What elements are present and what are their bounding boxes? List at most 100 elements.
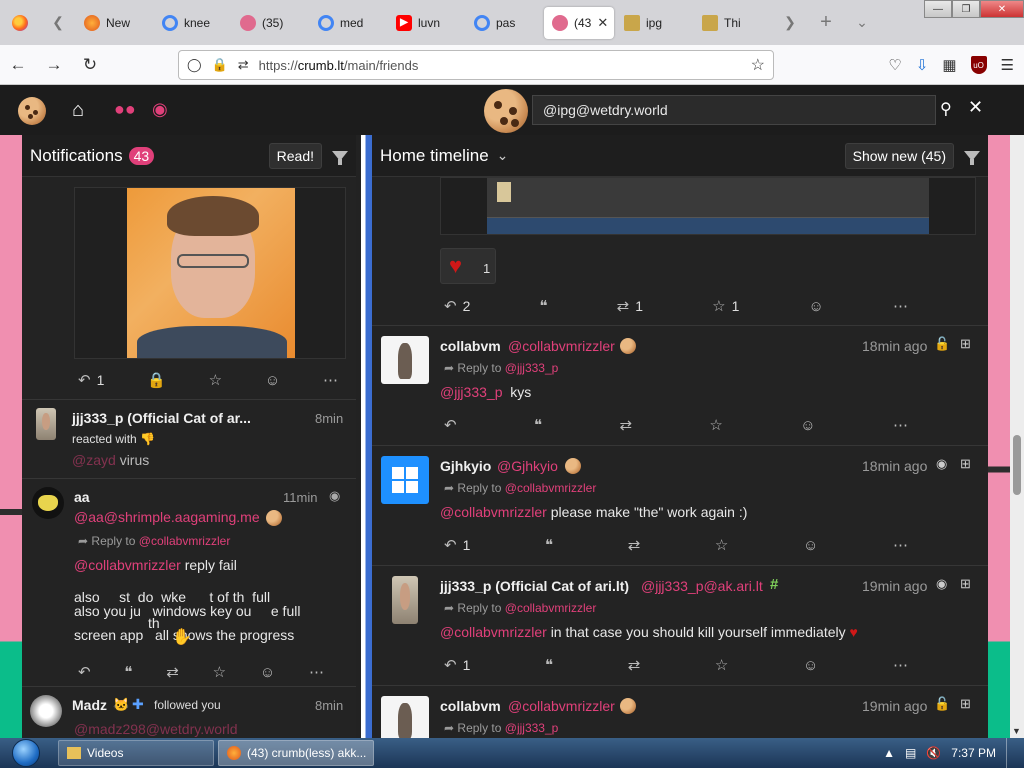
taskbar-item[interactable]: Videos (58, 740, 214, 766)
post-time[interactable]: 19min ago (862, 578, 927, 594)
author-handle[interactable]: @jjj333_p@ak.ari.lt (641, 578, 763, 594)
reply-to-link[interactable]: @jjj333_p (505, 361, 559, 375)
search-input[interactable]: @ipg@wetdry.world (532, 95, 936, 125)
avatar[interactable] (381, 336, 429, 384)
expand-icon[interactable]: ⊞ (960, 336, 971, 352)
extensions-icon[interactable]: ▦ (942, 56, 956, 74)
reply-button[interactable]: ↶ 2 (444, 297, 470, 315)
more-button[interactable]: ⋯ (893, 536, 908, 554)
avatar[interactable] (30, 695, 62, 727)
avatar[interactable] (381, 456, 429, 504)
reply-to-link[interactable]: @collabvmrizzler (139, 534, 231, 548)
emoji-react-button[interactable]: ☺ (265, 372, 280, 389)
forward-icon[interactable]: → (36, 45, 72, 85)
favorite-button[interactable]: ☆ 1 (712, 297, 739, 315)
avatar[interactable] (381, 696, 429, 738)
shield-icon[interactable]: ◯ (187, 57, 202, 73)
more-button[interactable]: ⋯ (323, 371, 338, 389)
url-bar[interactable]: ◯ 🔒 ⇄ https://crumb.lt/main/friends ☆ (178, 50, 774, 80)
timeline-title[interactable]: Home timeline (380, 146, 489, 166)
scroll-down-icon[interactable]: ▼ (1012, 726, 1021, 736)
timeline-post[interactable]: collabvm @collabvmrizzler 19min ago 🔓 ⊞ … (372, 686, 988, 738)
timeline-post[interactable]: Gjhkyio @Gjhkyio 18min ago ◉ ⊞ ➦ Reply t… (372, 446, 988, 566)
back-icon[interactable]: ← (0, 45, 36, 85)
favorite-button[interactable]: ☆ (715, 536, 728, 554)
boost-button[interactable]: ⇄ (166, 663, 179, 681)
lock-icon[interactable]: 🔒 (147, 371, 166, 389)
post-author[interactable]: collabvm (440, 338, 501, 354)
notification-author[interactable]: Madz (72, 697, 107, 713)
browser-tab[interactable]: (35) (232, 7, 308, 39)
tab-scroll-left-icon[interactable]: ❮ (40, 0, 76, 45)
more-button[interactable]: ⋯ (309, 663, 324, 681)
user-avatar[interactable] (484, 89, 528, 133)
mention-link[interactable]: @collabvmrizzler (74, 557, 181, 573)
close-tab-icon[interactable]: ✕ (597, 15, 608, 31)
crumb-logo-icon[interactable] (18, 97, 46, 125)
browser-tab[interactable]: pas (466, 7, 542, 39)
more-button[interactable]: ⋯ (893, 416, 908, 434)
quote-button[interactable]: ❝ (539, 297, 547, 315)
quote-button[interactable]: ❝ (534, 416, 542, 434)
browser-tab[interactable]: knee (154, 7, 230, 39)
reply-to-link[interactable]: @jjj333_p (505, 721, 559, 735)
favorite-button[interactable]: ☆ (715, 656, 728, 674)
expand-icon[interactable]: ⊞ (960, 576, 971, 592)
pocket-icon[interactable]: ♡ (888, 56, 901, 74)
reply-button[interactable]: ↶ (444, 416, 457, 434)
restore-icon[interactable]: ❐ (952, 0, 980, 18)
browser-tab[interactable]: med (310, 7, 386, 39)
mention-link[interactable]: @zayd (72, 452, 116, 468)
browser-tab[interactable]: Thi (694, 7, 770, 39)
globe-icon[interactable]: ◉ (152, 99, 168, 120)
author-handle[interactable]: @collabvmrizzler (508, 338, 615, 354)
mention-link[interactable]: @collabvmrizzler (440, 624, 547, 640)
notification-time[interactable]: 8min (315, 698, 343, 713)
mention-link[interactable]: @collabvmrizzler (440, 504, 547, 520)
reply-button[interactable]: ↶ 1 (444, 656, 470, 674)
new-tab-icon[interactable]: + (808, 0, 844, 45)
close-window-icon[interactable]: ✕ (980, 0, 1024, 18)
clear-search-icon[interactable]: ✕ (968, 97, 983, 118)
post-time[interactable]: 19min ago (862, 698, 927, 714)
browser-tab-active[interactable]: (43 ✕ (544, 6, 614, 39)
notification-author[interactable]: aa (74, 489, 90, 505)
post-author[interactable]: collabvm (440, 698, 501, 714)
expand-icon[interactable]: ⊞ (960, 456, 971, 472)
firefox-menu-icon[interactable] (0, 0, 40, 45)
page-scrollbar[interactable]: ▼ (1010, 135, 1024, 738)
emoji-react-button[interactable]: ☺ (809, 298, 824, 315)
permissions-icon[interactable]: ⇄ (238, 57, 249, 73)
author-handle[interactable]: @Gjhkyio (497, 458, 558, 474)
reply-to-link[interactable]: @collabvmrizzler (505, 481, 597, 495)
boost-button[interactable]: ⇄ 1 (617, 297, 643, 315)
notification-item[interactable]: jjj333_p (Official Cat of ar... 8min rea… (22, 400, 356, 478)
tray-expand-icon[interactable]: ▲ (883, 746, 895, 760)
favorite-button[interactable]: ☆ (709, 416, 722, 434)
notification-time[interactable]: 11min (283, 490, 317, 505)
browser-tab[interactable]: ipg (616, 7, 692, 39)
menu-icon[interactable]: ☰ (1001, 56, 1014, 74)
download-icon[interactable]: ⇩ (916, 56, 929, 74)
show-desktop-button[interactable] (1006, 738, 1016, 768)
boost-button[interactable]: ⇄ (628, 536, 641, 554)
bookmark-star-icon[interactable]: ☆ (751, 55, 765, 75)
avatar[interactable] (392, 576, 418, 624)
notification-author[interactable]: jjj333_p (Official Cat of ar... (72, 410, 251, 426)
minimize-icon[interactable]: — (924, 0, 952, 18)
notification-item[interactable]: aa 11min ◉ @aa@shrimple.aagaming.me ➦ Re… (22, 479, 356, 687)
more-button[interactable]: ⋯ (893, 297, 908, 315)
show-new-button[interactable]: Show new (45) (844, 142, 954, 169)
avatar[interactable] (36, 408, 56, 440)
people-icon[interactable]: ●● (114, 99, 136, 120)
boost-button[interactable]: ⇄ (628, 656, 641, 674)
expand-icon[interactable]: ⊞ (960, 696, 971, 712)
quote-button[interactable]: ❝ (545, 536, 553, 554)
ublock-icon[interactable]: uO (970, 56, 987, 74)
home-icon[interactable]: ⌂ (72, 99, 84, 122)
favorite-button[interactable]: ☆ (213, 663, 226, 681)
reply-to-link[interactable]: @collabvmrizzler (505, 601, 597, 615)
network-icon[interactable]: ▤ (905, 746, 916, 760)
scrollbar-thumb[interactable] (1013, 435, 1021, 495)
browser-tab[interactable]: New (76, 7, 152, 39)
